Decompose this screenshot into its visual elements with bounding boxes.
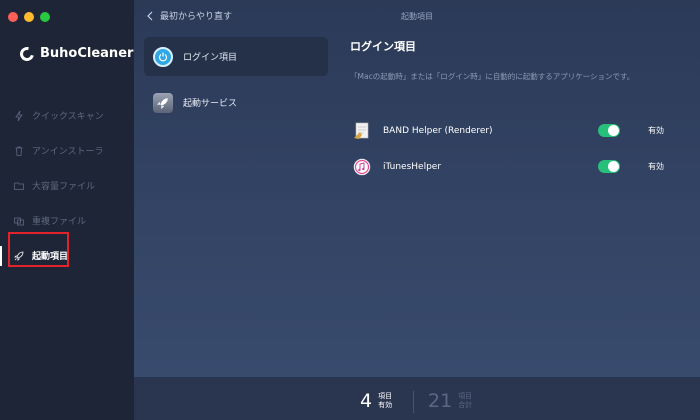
page-title: 起動項目 <box>401 12 433 21</box>
total-count-stat: 21 項目 合計 <box>428 390 472 412</box>
category-label: ログイン項目 <box>183 53 238 63</box>
enabled-label-items: 項目 <box>378 392 393 400</box>
sidebar-item-uninstaller[interactable]: アンインストーラ <box>0 133 134 168</box>
rocket-icon <box>153 92 173 113</box>
sidebar-item-label: クイックスキャン <box>32 112 104 122</box>
sidebar-item-quick-scan[interactable]: クイックスキャン <box>0 98 134 133</box>
item-name: BAND Helper (Renderer) <box>383 126 493 136</box>
lightning-icon <box>15 110 23 121</box>
sidebar-item-label: 重複ファイル <box>32 217 87 227</box>
sidebar: BuhoCleaner クイックスキャン アンインストーラ 大容量ファイル 重複… <box>0 0 134 420</box>
enabled-count: 4 <box>360 390 373 412</box>
list-item[interactable]: BAND Helper (Renderer) 有効 <box>350 118 690 144</box>
enabled-count-stat: 4 項目 有効 <box>360 390 392 412</box>
list-item[interactable]: iTunesHelper 有効 <box>350 154 690 180</box>
main-panel: 最初からやり直す 起動項目 ログイン項目 起動サービス ログイン項目 「Macの… <box>134 0 700 420</box>
enabled-label-enabled: 有効 <box>378 401 393 409</box>
zoom-window-button[interactable] <box>40 12 50 22</box>
section-title: ログイン項目 <box>350 40 416 53</box>
selection-highlight-box <box>8 232 69 267</box>
category-login-items[interactable]: ログイン項目 <box>144 37 328 76</box>
category-label: 起動サービス <box>183 99 238 109</box>
trash-icon <box>15 146 23 156</box>
window-controls <box>8 12 50 22</box>
section-description: 「Macの起動時」または「ログイン時」に自動的に起動するアプリケーションです。 <box>350 72 635 81</box>
category-launch-services[interactable]: 起動サービス <box>144 83 328 122</box>
total-count-labels: 項目 合計 <box>458 392 472 410</box>
total-label-total: 合計 <box>458 401 473 409</box>
app-window: BuhoCleaner クイックスキャン アンインストーラ 大容量ファイル 重複… <box>0 0 700 420</box>
sidebar-item-label: アンインストーラ <box>32 147 104 157</box>
status-label: 有効 <box>648 126 664 135</box>
app-document-icon <box>354 122 369 139</box>
active-indicator <box>0 246 2 266</box>
content-area: ログイン項目 「Macの起動時」または「ログイン時」に自動的に起動するアプリケー… <box>350 38 690 82</box>
app-name: BuhoCleaner <box>40 46 134 61</box>
enabled-count-labels: 項目 有効 <box>378 392 392 410</box>
sidebar-item-label: 大容量ファイル <box>32 182 96 192</box>
total-label-items: 項目 <box>458 392 473 400</box>
buho-logo-icon <box>17 43 37 64</box>
duplicate-icon <box>14 217 24 225</box>
minimize-window-button[interactable] <box>24 12 34 22</box>
enable-toggle[interactable] <box>598 124 620 137</box>
top-bar: 最初からやり直す 起動項目 <box>134 0 700 32</box>
item-name: iTunesHelper <box>383 162 442 172</box>
enable-toggle[interactable] <box>598 160 620 173</box>
folder-icon <box>14 182 24 190</box>
power-icon <box>153 46 173 67</box>
category-list: ログイン項目 起動サービス <box>144 37 328 129</box>
footer-divider <box>413 391 414 413</box>
itunes-icon <box>353 158 371 176</box>
summary-footer: 4 項目 有効 21 項目 合計 <box>134 377 700 420</box>
sidebar-item-large-files[interactable]: 大容量ファイル <box>0 168 134 203</box>
app-logo: BuhoCleaner <box>17 43 134 64</box>
close-window-button[interactable] <box>8 12 18 22</box>
status-label: 有効 <box>648 162 664 171</box>
total-count: 21 <box>428 390 453 412</box>
